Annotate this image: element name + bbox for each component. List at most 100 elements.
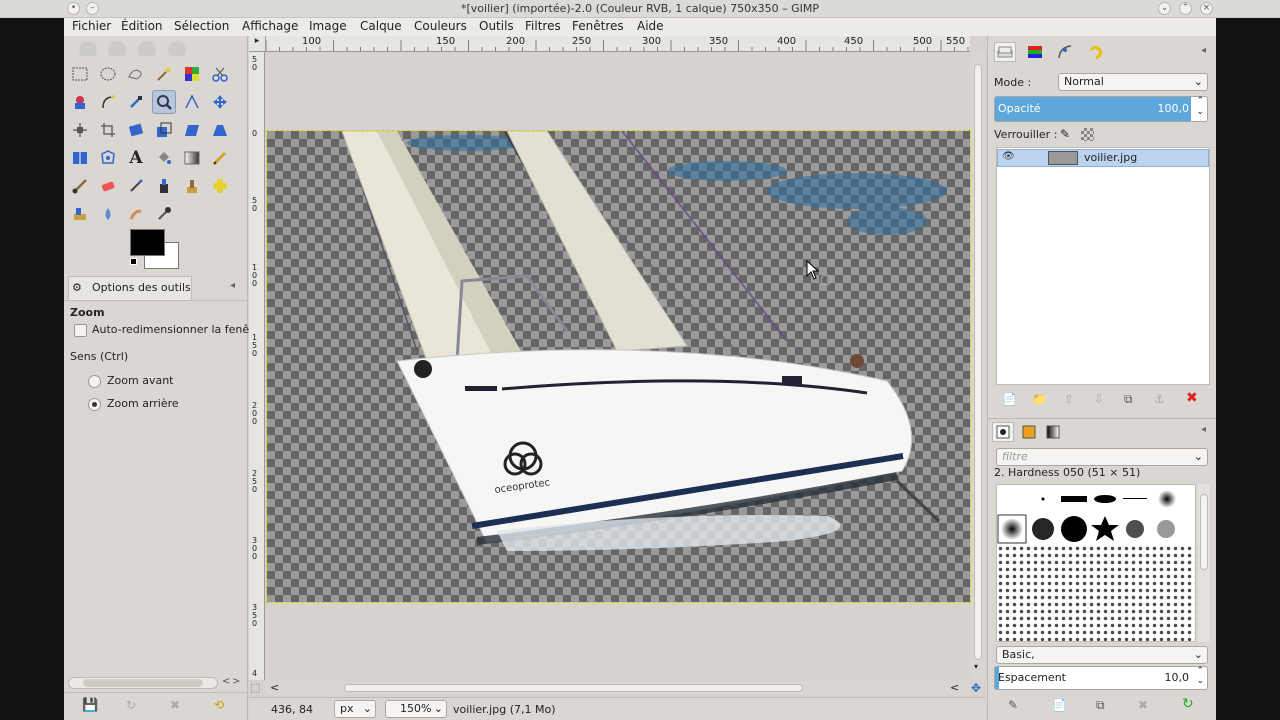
brush-grid-scrollbar[interactable] xyxy=(1198,484,1210,642)
delete-brush-icon[interactable]: ✖ xyxy=(1138,698,1148,712)
tab-tool-options[interactable]: ⚙ Options des outils xyxy=(68,276,192,300)
heal-icon[interactable] xyxy=(208,174,232,198)
lower-layer-icon[interactable]: ⇩ xyxy=(1094,392,1104,406)
tab-undo-history[interactable] xyxy=(1084,42,1106,62)
tab-brushes[interactable] xyxy=(992,422,1014,442)
menu-aide[interactable]: Aide xyxy=(637,19,664,33)
tab-paths[interactable] xyxy=(1054,42,1076,62)
menu-filtres[interactable]: Filtres xyxy=(525,19,561,33)
delete-layer-icon[interactable]: ✖ xyxy=(1186,390,1198,406)
layer-name[interactable]: voilier.jpg xyxy=(1084,151,1137,164)
select-by-color-icon[interactable] xyxy=(180,62,204,86)
zoom-tool-icon[interactable] xyxy=(152,90,176,114)
lock-pixels-icon[interactable]: ✎ xyxy=(1060,127,1070,141)
lock-alpha-icon[interactable] xyxy=(1081,128,1094,141)
tab-channels[interactable] xyxy=(1024,42,1046,62)
ellipse-select-icon[interactable] xyxy=(96,62,120,86)
toolbox-hscroll-thumb[interactable] xyxy=(83,679,203,687)
menu-fenetres[interactable]: Fenêtres xyxy=(572,19,624,33)
scroll-right-icon[interactable]: > xyxy=(232,676,240,687)
reset-options-icon[interactable]: ⟲ xyxy=(214,698,224,712)
zoom-out-radio[interactable] xyxy=(88,398,101,411)
scale-icon[interactable] xyxy=(152,118,176,142)
scroll-left-icon[interactable]: < xyxy=(222,676,230,687)
edit-brush-icon[interactable]: ✎ xyxy=(1008,698,1018,712)
brush-grid-scrollbar-thumb[interactable] xyxy=(1200,494,1208,570)
dodge-burn-icon[interactable] xyxy=(152,202,176,226)
brush-tag-input[interactable]: Basic, ⌄ xyxy=(996,646,1208,664)
close-button[interactable]: × xyxy=(1200,2,1213,15)
vertical-scrollbar-thumb[interactable] xyxy=(974,64,982,660)
spin-up-icon[interactable]: ⌃ xyxy=(1196,96,1204,106)
spin-down-icon[interactable]: ⌄ xyxy=(1196,107,1204,117)
tab-patterns[interactable] xyxy=(1018,422,1040,442)
smudge-icon[interactable] xyxy=(124,202,148,226)
menu-fichier[interactable]: Fichier xyxy=(72,19,111,33)
airbrush-icon[interactable] xyxy=(124,174,148,198)
bucket-fill-icon[interactable] xyxy=(152,146,176,170)
rect-select-icon[interactable] xyxy=(68,62,92,86)
blur-icon[interactable] xyxy=(96,202,120,226)
paintbrush-icon[interactable] xyxy=(68,174,92,198)
layers-list[interactable]: 👁 voilier.jpg xyxy=(996,147,1210,385)
menu-couleurs[interactable]: Couleurs xyxy=(414,19,467,33)
spin-down-icon[interactable]: ⌄ xyxy=(1196,676,1204,686)
duplicate-layer-icon[interactable]: ⧉ xyxy=(1124,392,1133,407)
brushes-tab-menu-icon[interactable]: ◂ xyxy=(1201,424,1206,435)
menu-image[interactable]: Image xyxy=(309,19,347,33)
toolbox-hscroll[interactable] xyxy=(68,677,218,689)
pencil-icon[interactable] xyxy=(208,146,232,170)
tab-layers[interactable] xyxy=(994,42,1016,62)
color-picker-icon[interactable] xyxy=(124,90,148,114)
menu-outils[interactable]: Outils xyxy=(479,19,514,33)
brush-filter-input[interactable]: filtre ⌄ xyxy=(996,448,1208,466)
save-options-icon[interactable]: 💾 xyxy=(82,698,98,713)
layers-tab-menu-icon[interactable]: ◂ xyxy=(1201,45,1206,56)
menu-edition[interactable]: Édition xyxy=(121,19,163,33)
scroll-left-arrow-icon[interactable]: < xyxy=(270,681,279,694)
duplicate-brush-icon[interactable]: ⧉ xyxy=(1096,698,1105,713)
menu-calque[interactable]: Calque xyxy=(360,19,402,33)
spin-up-icon[interactable]: ⌃ xyxy=(1196,666,1204,676)
scissors-select-icon[interactable] xyxy=(208,62,232,86)
menu-selection[interactable]: Sélection xyxy=(174,19,229,33)
spacing-slider[interactable]: Espacement 10,0 ⌃ ⌄ xyxy=(994,666,1208,690)
navigate-icon[interactable]: ✥ xyxy=(971,681,986,696)
crop-icon[interactable] xyxy=(96,118,120,142)
new-layer-group-icon[interactable]: 📁 xyxy=(1032,392,1047,406)
maximize-button[interactable]: ⌃ xyxy=(1179,2,1192,15)
tab-gradients[interactable] xyxy=(1042,422,1064,442)
restore-options-icon[interactable]: ↻ xyxy=(126,698,136,712)
horizontal-scrollbar-thumb[interactable] xyxy=(344,684,803,692)
zoom-select[interactable]: 150% ⌄ xyxy=(385,700,447,718)
auto-resize-checkbox[interactable] xyxy=(74,324,87,337)
layer-row[interactable]: 👁 voilier.jpg xyxy=(997,149,1209,167)
delete-options-icon[interactable]: ✖ xyxy=(170,698,180,712)
raise-layer-icon[interactable]: ⇧ xyxy=(1064,392,1074,406)
ink-icon[interactable] xyxy=(152,174,176,198)
foreground-color-swatch[interactable] xyxy=(130,229,165,256)
free-select-icon[interactable] xyxy=(124,62,148,86)
refresh-brushes-icon[interactable]: ↻ xyxy=(1182,696,1194,712)
anchor-layer-icon[interactable]: ⚓ xyxy=(1154,392,1165,406)
tab-menu-icon[interactable]: ◂ xyxy=(230,280,235,291)
shear-icon[interactable] xyxy=(180,118,204,142)
fuzzy-select-icon[interactable] xyxy=(152,62,176,86)
zoom-in-radio[interactable] xyxy=(88,375,101,388)
layer-visibility-eye-icon[interactable]: 👁 xyxy=(1002,151,1015,162)
quick-mask-toggle-icon[interactable]: ⬚ xyxy=(250,681,265,696)
image-canvas[interactable]: oceoprotec xyxy=(266,130,971,603)
menu-affichage[interactable]: Affichage xyxy=(242,19,298,33)
new-layer-icon[interactable]: 📄 xyxy=(1002,392,1017,406)
new-brush-icon[interactable]: 📄 xyxy=(1052,698,1067,712)
vertical-scrollbar[interactable]: ▾ xyxy=(971,52,985,680)
quick-mask-menu-icon[interactable]: ▸ xyxy=(249,36,266,52)
default-colors-icon[interactable] xyxy=(130,258,137,265)
mode-select[interactable]: Normal ⌄ xyxy=(1058,73,1208,91)
perspective-clone-icon[interactable] xyxy=(68,202,92,226)
move-icon[interactable] xyxy=(208,90,232,114)
gradient-icon[interactable] xyxy=(180,146,204,170)
clone-icon[interactable] xyxy=(180,174,204,198)
scroll-down-icon[interactable]: ▾ xyxy=(974,662,978,671)
foreground-select-icon[interactable] xyxy=(68,90,92,114)
